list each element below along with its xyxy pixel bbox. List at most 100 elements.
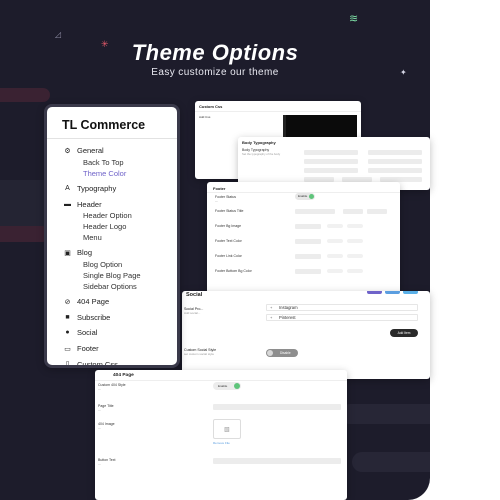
sidebar-subitem[interactable]: Header Option — [47, 210, 177, 221]
remove-file-link[interactable]: Remove File — [213, 441, 230, 445]
divider — [195, 111, 361, 112]
font-size-input[interactable] — [304, 168, 358, 173]
radio-option[interactable] — [327, 269, 343, 273]
sidebar-item-label: Subscribe — [77, 312, 111, 322]
font-family-select[interactable] — [304, 150, 358, 155]
sidebar-item[interactable]: A Typography — [47, 183, 177, 195]
row-sublabel: — — [215, 199, 218, 203]
panel-title: Custom Css — [199, 104, 223, 109]
sidebar-item[interactable]: ⚙ General — [47, 145, 177, 157]
sidebar-subitem[interactable]: Sidebar Options — [47, 281, 177, 292]
font-subset-select[interactable] — [304, 159, 358, 164]
footer-status-row: Footer Status — — [215, 195, 236, 203]
row-label: Footer Bg Image — [215, 224, 242, 228]
footer-status-toggle[interactable]: Enable — [295, 193, 315, 200]
toggle-knob — [234, 383, 240, 389]
toggle-knob — [309, 194, 314, 199]
radio-option[interactable] — [347, 224, 363, 228]
sidebar-item-label: Header — [77, 199, 102, 209]
expand-icon[interactable]: + — [270, 305, 272, 311]
radio-option[interactable] — [327, 224, 343, 228]
sidebar-subitem[interactable]: Back To Top — [47, 157, 177, 168]
page-subtitle: Easy customize our theme — [151, 67, 279, 78]
radio-option[interactable] — [347, 269, 363, 273]
footer-panel: Footer Footer Status — Enable Footer Sta… — [207, 182, 400, 295]
sidebar-item[interactable]: ● Social — [47, 327, 177, 339]
decorative-shape — [0, 88, 50, 102]
footer-option-row: Footer Bottom Bg Color — [215, 269, 252, 273]
decorative-shape — [340, 404, 430, 424]
footer-option-input[interactable] — [367, 209, 387, 214]
gear-icon: ⚙ — [64, 147, 71, 155]
radio-option[interactable] — [347, 239, 363, 243]
action-button[interactable] — [367, 291, 382, 294]
footer-option-input[interactable] — [295, 224, 321, 229]
panel-title: Footer — [213, 186, 226, 191]
social-network-item[interactable]: + Pinterest — [266, 314, 418, 321]
custom-404-style-row: Custom 404 Style — — [98, 383, 126, 391]
row-sublabel: — — [98, 387, 101, 391]
social-icon: ● — [65, 329, 70, 337]
sidebar-item-label: Social — [77, 328, 98, 338]
footer-option-input[interactable] — [295, 239, 321, 244]
toggle-label: Enable — [298, 194, 308, 198]
decorative-shape — [0, 226, 50, 242]
row-sublabel: — — [98, 426, 101, 430]
action-button[interactable] — [403, 291, 418, 294]
sidebar-subitem[interactable]: Header Logo — [47, 221, 177, 232]
zigzag-icon: ≋ — [349, 13, 359, 25]
row-label: Footer Text Color — [215, 239, 242, 243]
subscribe-icon: ■ — [65, 313, 70, 321]
image-placeholder-icon[interactable]: ▧ — [213, 419, 241, 439]
font-weight-select[interactable] — [368, 150, 422, 155]
sidebar-menu: ⚙ General Back To Top Theme Color A Typograph… — [47, 139, 177, 368]
radio-option[interactable] — [327, 254, 343, 258]
social-network-item[interactable]: + Instagram — [266, 304, 418, 311]
sidebar-item[interactable]: ▯ Custom Css — [47, 359, 177, 368]
text-align-select[interactable] — [368, 159, 422, 164]
expand-icon[interactable]: + — [270, 315, 272, 321]
decorative-shape — [352, 452, 430, 472]
social-network-label: Instagram — [279, 305, 298, 310]
row-label: Custom 404 Style — [98, 383, 126, 387]
sidebar-item[interactable]: ■ Subscribe — [47, 311, 177, 323]
header-icon: ▬ — [64, 200, 71, 208]
toggle-label: Disable — [280, 351, 291, 355]
sidebar-item-label: Blog — [77, 248, 93, 258]
sidebar-item-label: Typography — [77, 184, 117, 194]
custom-404-style-toggle[interactable]: Enable — [213, 382, 241, 390]
line-height-input[interactable] — [368, 168, 422, 173]
sidebar-item[interactable]: ▭ Footer — [47, 343, 177, 355]
blog-icon: ▣ — [64, 249, 71, 257]
footer-option-input[interactable] — [295, 254, 321, 259]
page-404-panel: 404 Page Custom 404 Style — Enable Page … — [95, 370, 347, 500]
field-label: Add Css — [199, 115, 211, 119]
social-panel: Social Social Pro... Add social... + Inst… — [182, 291, 430, 379]
radio-option[interactable] — [327, 239, 343, 243]
sidebar-subitem[interactable]: Menu — [47, 232, 177, 243]
sidebar-item[interactable]: ▣ Blog — [47, 247, 177, 259]
social-network-label: Pinterest — [279, 315, 296, 320]
sidebar-item-label: Custom Css — [77, 359, 118, 368]
triangle-icon: ◿ — [55, 30, 62, 39]
custom-social-style-toggle[interactable]: Disable — [266, 349, 298, 357]
panel-title: Social — [186, 292, 203, 298]
sidebar: TL Commerce ⚙ General Back To Top Theme Col… — [44, 104, 180, 368]
row-label: Footer Status Title — [215, 209, 244, 213]
sidebar-subitem[interactable]: Single Blog Page — [47, 270, 177, 281]
footer-option-input[interactable] — [295, 269, 321, 274]
add-item-button[interactable]: Add Item — [390, 329, 418, 337]
button-text-input[interactable] — [213, 458, 341, 464]
sidebar-item[interactable]: ▬ Header — [47, 198, 177, 210]
button-text-row: Button Text — — [98, 458, 115, 466]
toggle-label: Enable — [218, 384, 228, 388]
footer-option-input[interactable] — [343, 209, 363, 214]
row-label: Footer Link Color — [215, 254, 242, 258]
sidebar-item[interactable]: ⊘ 404 Page — [47, 296, 177, 308]
sidebar-subitem[interactable]: Blog Option — [47, 259, 177, 270]
action-button[interactable] — [385, 291, 400, 294]
sidebar-subitem[interactable]: Theme Color — [47, 168, 177, 179]
page-title-input[interactable] — [213, 404, 341, 410]
footer-option-input[interactable] — [295, 209, 335, 214]
radio-option[interactable] — [347, 254, 363, 258]
